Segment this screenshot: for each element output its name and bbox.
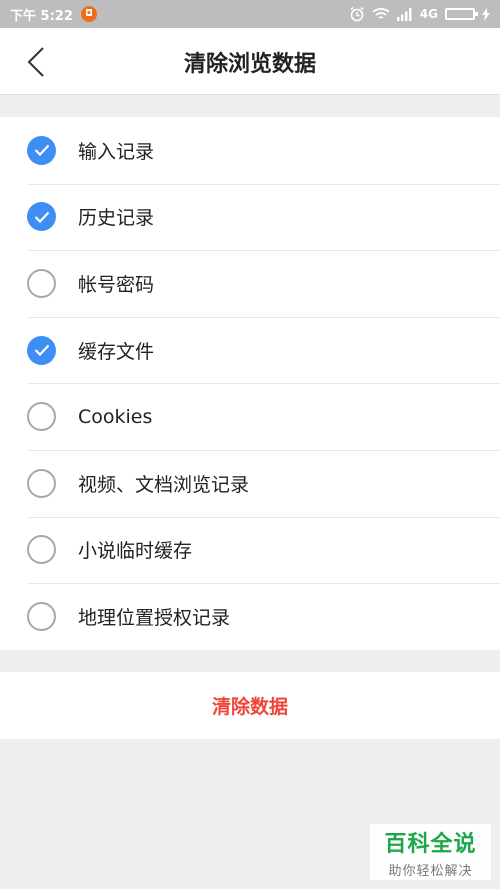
checked-circle-icon[interactable] xyxy=(27,202,56,232)
page-title: 清除浏览数据 xyxy=(183,51,316,77)
unchecked-circle-icon[interactable] xyxy=(27,402,56,432)
option-row[interactable]: Cookies xyxy=(0,383,500,450)
option-label: 缓存文件 xyxy=(78,340,155,363)
option-label: 地理位置授权记录 xyxy=(78,606,231,629)
watermark-title: 百科全说 xyxy=(384,831,477,857)
option-row[interactable]: 视频、文档浏览记录 xyxy=(0,449,500,517)
checked-circle-icon[interactable] xyxy=(27,135,56,165)
option-row[interactable]: 历史记录 xyxy=(0,183,500,251)
watermark-logo: 百科全说 助你轻松解决 xyxy=(370,824,491,880)
unchecked-circle-icon[interactable] xyxy=(27,535,56,565)
option-label: 历史记录 xyxy=(78,207,155,230)
option-label: Cookies xyxy=(78,405,153,428)
app-notification-icon: ◘ xyxy=(80,6,97,22)
back-button[interactable] xyxy=(14,40,58,84)
option-label: 小说临时缓存 xyxy=(78,540,193,563)
option-row[interactable]: 地理位置授权记录 xyxy=(0,583,500,650)
unchecked-circle-icon[interactable] xyxy=(27,601,56,631)
alarm-icon xyxy=(349,6,365,22)
signal-icon xyxy=(396,7,413,21)
status-bar: 下午 5:22 ◘ 4G xyxy=(0,0,500,28)
option-row[interactable]: 帐号密码 xyxy=(0,250,500,317)
unchecked-circle-icon[interactable] xyxy=(27,268,56,298)
network-type: 4G xyxy=(419,7,438,21)
option-label: 视频、文档浏览记录 xyxy=(78,473,250,496)
status-time: 下午 5:22 xyxy=(10,8,73,24)
chevron-left-icon xyxy=(27,47,44,77)
unchecked-circle-icon[interactable] xyxy=(27,468,56,498)
charging-icon xyxy=(482,7,490,21)
watermark-subtitle: 助你轻松解决 xyxy=(388,863,473,879)
clear-data-label: 清除数据 xyxy=(211,696,288,718)
option-label: 输入记录 xyxy=(78,140,155,163)
battery-icon xyxy=(445,8,478,20)
header-bar: 清除浏览数据 xyxy=(0,28,500,95)
wifi-icon xyxy=(372,7,390,21)
option-row[interactable]: 缓存文件 xyxy=(0,316,500,384)
clear-options-list: 输入记录历史记录帐号密码缓存文件 Cookies 视频、文档浏览记录 小说临时缓存地理… xyxy=(0,117,500,650)
clear-data-button[interactable]: 清除数据 xyxy=(0,672,500,739)
option-row[interactable]: 输入记录 xyxy=(0,117,500,184)
option-row[interactable]: 小说临时缓存 xyxy=(0,516,500,584)
checked-circle-icon[interactable] xyxy=(27,335,56,365)
option-label: 帐号密码 xyxy=(78,273,155,296)
